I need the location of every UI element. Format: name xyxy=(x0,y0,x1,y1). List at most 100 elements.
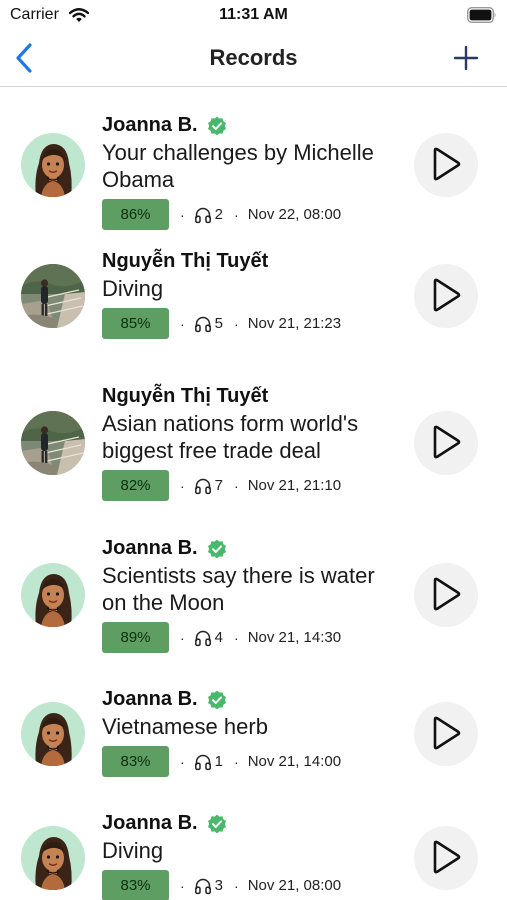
play-icon xyxy=(433,425,461,459)
record-row[interactable]: Joanna B. Scientists say there is water … xyxy=(0,535,507,665)
avatar xyxy=(21,133,85,197)
play-button[interactable] xyxy=(414,411,478,475)
page-title: Records xyxy=(209,45,298,70)
separator-dot: · xyxy=(234,477,239,494)
user-line: Nguyễn Thị Tuyết xyxy=(102,248,402,275)
avatar xyxy=(21,702,85,766)
record-row[interactable]: Joanna B. Your challenges by Michelle Ob… xyxy=(0,112,507,230)
record-title: Diving xyxy=(102,838,164,863)
record-text: Joanna B. Vietnamese herb 83% · 1 · Nov … xyxy=(102,686,402,777)
verified-badge-icon xyxy=(207,116,226,135)
record-title: Asian nations form world's biggest free … xyxy=(102,411,359,463)
play-icon xyxy=(433,278,461,312)
record-row[interactable]: Nguyễn Thị Tuyết Asian nations form worl… xyxy=(0,383,507,513)
record-date: Nov 21, 08:00 xyxy=(247,877,342,894)
play-button[interactable] xyxy=(414,264,478,328)
user-name: Joanna B. xyxy=(102,537,198,559)
play-icon xyxy=(433,840,461,874)
avatar xyxy=(21,563,85,627)
record-row[interactable]: Nguyễn Thị Tuyết Diving 85% · 5 · Nov 21… xyxy=(0,248,507,354)
cartoon-woman-avatar-image xyxy=(21,702,85,766)
cartoon-woman-avatar-image xyxy=(21,563,85,627)
record-title: Scientists say there is water on the Moo… xyxy=(102,563,375,615)
record-date: Nov 21, 21:10 xyxy=(247,477,342,494)
listen-count: 1 xyxy=(214,753,224,770)
headphones-icon xyxy=(194,207,211,223)
meta-line: 85% · 5 · Nov 21, 21:23 xyxy=(102,308,402,339)
record-row[interactable]: Joanna B. Diving 83% · 3 · Nov 21, 08:00 xyxy=(0,810,507,900)
clock: 11:31 AM xyxy=(219,6,288,23)
cartoon-woman-avatar-image xyxy=(21,133,85,197)
add-record-button[interactable] xyxy=(451,42,481,74)
play-icon xyxy=(433,716,461,750)
listen-count: 4 xyxy=(214,629,224,646)
record-row[interactable]: Joanna B. Vietnamese herb 83% · 1 · Nov … xyxy=(0,686,507,792)
separator-dot: · xyxy=(234,753,239,770)
headphones-icon xyxy=(194,878,211,894)
separator-dot: · xyxy=(234,877,239,894)
user-name: Joanna B. xyxy=(102,812,198,834)
separator-dot: · xyxy=(180,315,185,332)
user-line: Joanna B. xyxy=(102,686,402,713)
record-text: Joanna B. Your challenges by Michelle Ob… xyxy=(102,112,402,230)
listen-count: 7 xyxy=(214,477,224,494)
play-button[interactable] xyxy=(414,133,478,197)
separator-dot: · xyxy=(180,629,185,646)
record-date: Nov 21, 21:23 xyxy=(247,315,342,332)
score-badge: 89% xyxy=(102,622,169,653)
play-button[interactable] xyxy=(414,826,478,890)
score-badge: 82% xyxy=(102,470,169,501)
record-list: Joanna B. Your challenges by Michelle Ob… xyxy=(0,88,507,900)
user-line: Joanna B. xyxy=(102,810,402,837)
record-date: Nov 21, 14:30 xyxy=(247,629,342,646)
play-button[interactable] xyxy=(414,702,478,766)
record-title: Your challenges by Michelle Obama xyxy=(102,140,374,192)
user-line: Joanna B. xyxy=(102,535,402,562)
avatar xyxy=(21,411,85,475)
headphones-icon xyxy=(194,478,211,494)
user-line: Nguyễn Thị Tuyết xyxy=(102,383,402,410)
play-button[interactable] xyxy=(414,563,478,627)
user-name: Nguyễn Thị Tuyết xyxy=(102,385,269,407)
record-title: Diving xyxy=(102,276,164,301)
score-badge: 86% xyxy=(102,199,169,230)
verified-badge-icon xyxy=(207,814,226,833)
meta-line: 83% · 3 · Nov 21, 08:00 xyxy=(102,870,402,900)
user-line: Joanna B. xyxy=(102,112,402,139)
listen-count: 3 xyxy=(214,877,224,894)
status-bar: Carrier 11:31 AM xyxy=(0,0,507,32)
record-text: Joanna B. Scientists say there is water … xyxy=(102,535,402,653)
score-badge: 85% xyxy=(102,308,169,339)
meta-line: 82% · 7 · Nov 21, 21:10 xyxy=(102,470,402,501)
separator-dot: · xyxy=(234,206,239,223)
headphones-icon xyxy=(194,630,211,646)
meta-line: 83% · 1 · Nov 21, 14:00 xyxy=(102,746,402,777)
headphones-icon xyxy=(194,754,211,770)
battery-icon xyxy=(467,7,496,23)
photo-avatar-image xyxy=(21,264,85,328)
record-date: Nov 21, 14:00 xyxy=(247,753,342,770)
separator-dot: · xyxy=(234,315,239,332)
separator-dot: · xyxy=(180,753,185,770)
photo-avatar-image xyxy=(21,411,85,475)
play-icon xyxy=(433,577,461,611)
record-text: Joanna B. Diving 83% · 3 · Nov 21, 08:00 xyxy=(102,810,402,900)
verified-badge-icon xyxy=(207,690,226,709)
record-title: Vietnamese herb xyxy=(102,714,268,739)
headphones-icon xyxy=(194,316,211,332)
user-name: Joanna B. xyxy=(102,688,198,710)
user-name: Nguyễn Thị Tuyết xyxy=(102,250,269,272)
score-badge: 83% xyxy=(102,746,169,777)
record-text: Nguyễn Thị Tuyết Diving 85% · 5 · Nov 21… xyxy=(102,248,402,339)
user-name: Joanna B. xyxy=(102,114,198,136)
play-icon xyxy=(433,147,461,181)
meta-line: 86% · 2 · Nov 22, 08:00 xyxy=(102,199,402,230)
avatar xyxy=(21,826,85,890)
listen-count: 5 xyxy=(214,315,224,332)
nav-bar: Records xyxy=(0,32,507,87)
meta-line: 89% · 4 · Nov 21, 14:30 xyxy=(102,622,402,653)
plus-icon xyxy=(454,46,478,70)
record-date: Nov 22, 08:00 xyxy=(247,206,342,223)
separator-dot: · xyxy=(234,629,239,646)
separator-dot: · xyxy=(180,206,185,223)
